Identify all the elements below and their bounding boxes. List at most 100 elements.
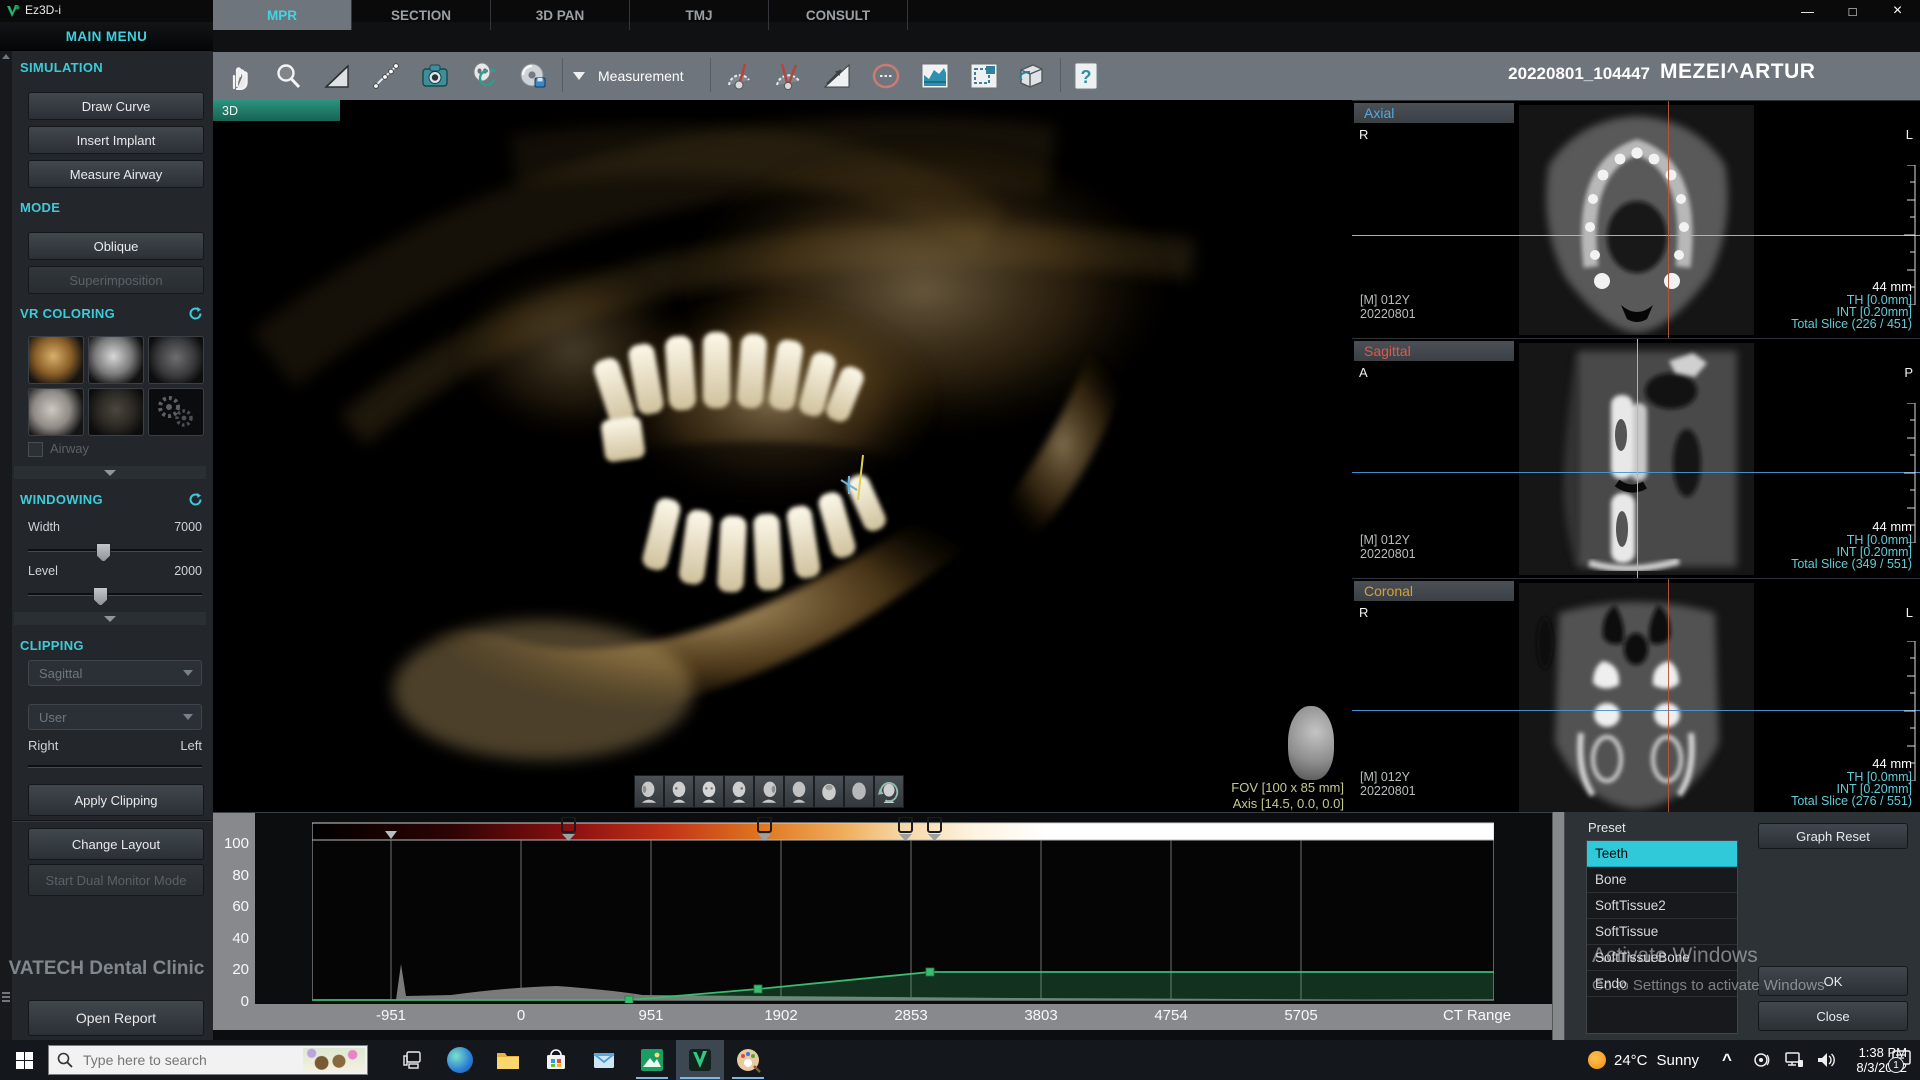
zoom-tool-icon[interactable] — [270, 58, 306, 94]
export-cd-icon[interactable] — [515, 58, 551, 94]
pan-tool-icon[interactable] — [221, 58, 257, 94]
curve-point-794[interactable] — [625, 996, 633, 1003]
tab-consult[interactable]: CONSULT — [769, 0, 908, 30]
preset-item-softtissue2[interactable]: SoftTissue2 — [1587, 893, 1737, 919]
windowing-tool-icon[interactable] — [319, 58, 355, 94]
minimize-button[interactable]: — — [1785, 0, 1830, 22]
orientation-right-oblique-icon[interactable] — [724, 775, 754, 808]
3d-viewport[interactable] — [213, 100, 1352, 812]
maximize-button[interactable]: □ — [1830, 0, 1875, 22]
clipping-plane-dropdown[interactable]: Sagittal — [28, 660, 202, 686]
taskbar-search[interactable] — [48, 1045, 368, 1075]
orientation-back-icon[interactable] — [784, 775, 814, 808]
capture-tool-icon[interactable] — [417, 58, 453, 94]
taskbar-paint-button[interactable] — [724, 1040, 772, 1080]
coronal-crosshair-vertical[interactable] — [1668, 579, 1669, 816]
opacity-transfer-graph[interactable] — [312, 817, 1494, 1003]
vr-preset-softtissuebone-thumbnail[interactable] — [88, 388, 144, 436]
preset-item-teeth[interactable]: Teeth — [1587, 841, 1737, 867]
circle-measure-icon[interactable] — [868, 58, 904, 94]
axial-crosshair-vertical[interactable] — [1668, 101, 1669, 339]
angle-3point-measure-icon[interactable] — [770, 58, 806, 94]
tab-section[interactable]: SECTION — [352, 0, 491, 30]
oblique-button[interactable]: Oblique — [28, 232, 204, 260]
preset-item-endo[interactable]: Endo — [1587, 971, 1737, 997]
taskbar-ez3d-button[interactable] — [676, 1040, 724, 1080]
taskbar-photos-button[interactable] — [628, 1040, 676, 1080]
tab-tmj[interactable]: TMJ — [630, 0, 769, 30]
sagittal-crosshair-horizontal[interactable] — [1352, 472, 1920, 473]
ok-button[interactable]: OK — [1758, 966, 1908, 996]
taskbar-store-button[interactable] — [532, 1040, 580, 1080]
measurement-dropdown[interactable]: Measurement — [598, 68, 684, 84]
tray-overflow-chevron[interactable]: ^ — [1722, 1040, 1732, 1080]
vr-preset-softtissue-thumbnail[interactable] — [28, 388, 84, 436]
start-button[interactable] — [0, 1040, 48, 1080]
vr-preset-bone-thumbnail[interactable] — [88, 336, 144, 384]
tray-meet-now-icon[interactable] — [1752, 1040, 1770, 1080]
coronal-crosshair-horizontal[interactable] — [1352, 710, 1920, 711]
axial-crosshair-horizontal[interactable] — [1352, 235, 1920, 236]
graph-reset-button[interactable]: Graph Reset — [1758, 823, 1908, 849]
angle-measure-icon[interactable] — [721, 58, 757, 94]
width-slider-track[interactable] — [28, 549, 202, 552]
tray-network-icon[interactable] — [1784, 1040, 1804, 1080]
tab-3d-pan[interactable]: 3D PAN — [491, 0, 630, 30]
preset-item-softtissue[interactable]: SoftTissue — [1587, 919, 1737, 945]
measure-airway-button[interactable]: Measure Airway — [28, 160, 204, 188]
tray-volume-icon[interactable] — [1816, 1040, 1836, 1080]
coronal-viewport[interactable]: Coronal R L 44 mm TH [0.0mm] INT [0.20mm… — [1352, 578, 1920, 816]
histogram-tool-icon[interactable] — [917, 58, 953, 94]
orientation-left-lateral-icon[interactable] — [634, 775, 664, 808]
vr-preset-mip-thumbnail[interactable] — [148, 336, 204, 384]
vr-preset-custom-thumbnail[interactable] — [148, 388, 204, 436]
dual-monitor-button[interactable]: Start Dual Monitor Mode — [28, 864, 204, 896]
curve-tool-icon[interactable] — [368, 58, 404, 94]
sagittal-viewport[interactable]: Sagittal A P 44 mm TH [0.0mm] INT [0.20m… — [1352, 338, 1920, 579]
reset-view-icon[interactable] — [466, 58, 502, 94]
preset-item-bone[interactable]: Bone — [1587, 867, 1737, 893]
roi-tool-icon[interactable] — [966, 58, 1002, 94]
change-layout-button[interactable]: Change Layout — [28, 828, 204, 860]
open-report-button[interactable]: Open Report — [28, 1000, 204, 1036]
search-input[interactable] — [81, 1051, 265, 1069]
windowing-collapse-button[interactable] — [14, 612, 206, 625]
task-view-button[interactable] — [388, 1040, 436, 1080]
help-icon[interactable]: ? — [1068, 58, 1104, 94]
taskbar-mail-button[interactable] — [580, 1040, 628, 1080]
clipping-slider-track[interactable] — [28, 765, 202, 768]
axial-viewport[interactable]: Axial R L 44 mm TH [0.0mm] INT [0.20mm] … — [1352, 100, 1920, 339]
draw-curve-button[interactable]: Draw Curve — [28, 92, 204, 120]
orientation-bottom-icon[interactable] — [844, 775, 874, 808]
sidebar-rail[interactable] — [0, 22, 12, 1040]
orientation-left-oblique-icon[interactable] — [664, 775, 694, 808]
level-slider-track[interactable] — [28, 593, 202, 596]
search-highlights-image[interactable] — [303, 1048, 365, 1072]
sidebar-scroll-up-icon[interactable] — [2, 54, 10, 59]
orientation-rotate-icon[interactable] — [874, 775, 904, 808]
sidebar-rail-handle-icon[interactable] — [2, 992, 10, 994]
taskbar-explorer-button[interactable] — [484, 1040, 532, 1080]
windowing-reset-icon[interactable] — [188, 492, 203, 507]
close-button[interactable]: Close — [1758, 1001, 1908, 1031]
taskbar-edge-button[interactable] — [436, 1040, 484, 1080]
preset-item-softtissuebone[interactable]: SoftTissueBone — [1587, 945, 1737, 971]
weather-tray-item[interactable]: 24°C Sunny — [1588, 1040, 1699, 1080]
curve-point-2993[interactable] — [926, 968, 934, 976]
sagittal-crosshair-vertical[interactable] — [1637, 339, 1638, 579]
profile-measure-icon[interactable] — [819, 58, 855, 94]
orientation-right-lateral-icon[interactable] — [754, 775, 784, 808]
insert-implant-button[interactable]: Insert Implant — [28, 126, 204, 154]
notification-icon[interactable]: 1 — [1890, 1048, 1912, 1075]
orientation-front-icon[interactable] — [694, 775, 724, 808]
apply-clipping-button[interactable]: Apply Clipping — [28, 784, 204, 816]
tab-mpr[interactable]: MPR — [213, 0, 352, 30]
curve-point-1739[interactable] — [754, 985, 762, 993]
volume-cube-icon[interactable] — [1013, 58, 1049, 94]
close-button[interactable]: × — [1875, 0, 1920, 22]
measurement-dropdown-caret-icon[interactable] — [568, 58, 590, 94]
airway-checkbox[interactable] — [28, 442, 43, 457]
orientation-top-icon[interactable] — [814, 775, 844, 808]
vr-collapse-button[interactable] — [14, 466, 206, 479]
vr-preset-teeth-thumbnail[interactable] — [28, 336, 84, 384]
